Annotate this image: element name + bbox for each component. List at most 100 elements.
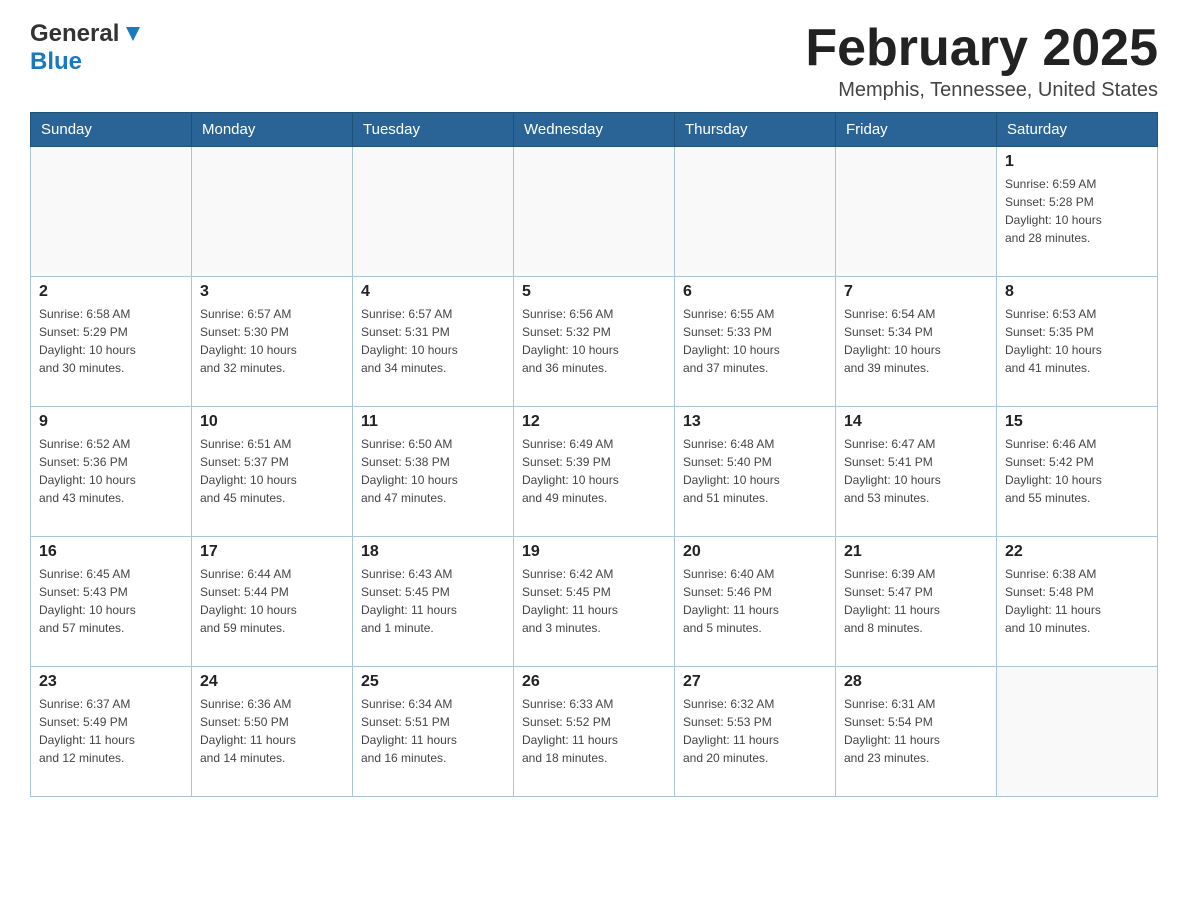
calendar-cell: 18Sunrise: 6:43 AMSunset: 5:45 PMDayligh… bbox=[353, 537, 514, 667]
day-info: Sunrise: 6:57 AMSunset: 5:31 PMDaylight:… bbox=[361, 305, 505, 377]
day-info: Sunrise: 6:50 AMSunset: 5:38 PMDaylight:… bbox=[361, 435, 505, 507]
day-number: 7 bbox=[844, 283, 988, 301]
day-info: Sunrise: 6:40 AMSunset: 5:46 PMDaylight:… bbox=[683, 565, 827, 637]
calendar-cell: 4 Sunrise: 6:57 AMSunset: 5:31 PMDaylight… bbox=[353, 277, 514, 407]
day-info: Sunrise: 6:49 AMSunset: 5:39 PMDaylight:… bbox=[522, 435, 666, 507]
calendar-cell: 2 Sunrise: 6:58 AMSunset: 5:29 PMDaylight… bbox=[31, 277, 192, 407]
day-info: Sunrise: 6:37 AMSunset: 5:49 PMDaylight:… bbox=[39, 695, 183, 767]
day-of-week-header: Wednesday bbox=[514, 113, 675, 147]
calendar-cell bbox=[997, 667, 1158, 797]
day-info: Sunrise: 6:38 AMSunset: 5:48 PMDaylight:… bbox=[1005, 565, 1149, 637]
calendar-cell: 13 Sunrise: 6:48 AMSunset: 5:40 PMDayligh… bbox=[675, 407, 836, 537]
day-number: 3 bbox=[200, 283, 344, 301]
day-number: 13 bbox=[683, 413, 827, 431]
calendar-cell bbox=[514, 147, 675, 277]
calendar-cell: 28 Sunrise: 6:31 AMSunset: 5:54 PMDayligh… bbox=[836, 667, 997, 797]
day-info: Sunrise: 6:31 AMSunset: 5:54 PMDaylight:… bbox=[844, 695, 988, 767]
day-number: 9 bbox=[39, 413, 183, 431]
calendar-cell: 16 Sunrise: 6:45 AMSunset: 5:43 PMDayligh… bbox=[31, 537, 192, 667]
day-number: 14 bbox=[844, 413, 988, 431]
day-of-week-header: Saturday bbox=[997, 113, 1158, 147]
month-title: February 2025 bbox=[805, 20, 1158, 77]
day-number: 2 bbox=[39, 283, 183, 301]
day-info: Sunrise: 6:52 AMSunset: 5:36 PMDaylight:… bbox=[39, 435, 183, 507]
day-number: 15 bbox=[1005, 413, 1149, 431]
calendar-week-row: 9 Sunrise: 6:52 AMSunset: 5:36 PMDaylight… bbox=[31, 407, 1158, 537]
calendar-header-row: SundayMondayTuesdayWednesdayThursdayFrid… bbox=[31, 113, 1158, 147]
day-number: 20 bbox=[683, 543, 827, 561]
day-number: 1 bbox=[1005, 153, 1149, 171]
calendar-cell: 26Sunrise: 6:33 AMSunset: 5:52 PMDayligh… bbox=[514, 667, 675, 797]
day-info: Sunrise: 6:34 AMSunset: 5:51 PMDaylight:… bbox=[361, 695, 505, 767]
calendar-cell: 9 Sunrise: 6:52 AMSunset: 5:36 PMDaylight… bbox=[31, 407, 192, 537]
calendar-cell: 27 Sunrise: 6:32 AMSunset: 5:53 PMDayligh… bbox=[675, 667, 836, 797]
calendar-cell: 12 Sunrise: 6:49 AMSunset: 5:39 PMDayligh… bbox=[514, 407, 675, 537]
day-info: Sunrise: 6:55 AMSunset: 5:33 PMDaylight:… bbox=[683, 305, 827, 377]
day-number: 17 bbox=[200, 543, 344, 561]
day-number: 25 bbox=[361, 673, 505, 691]
day-number: 5 bbox=[522, 283, 666, 301]
calendar-cell: 15 Sunrise: 6:46 AMSunset: 5:42 PMDayligh… bbox=[997, 407, 1158, 537]
calendar-cell bbox=[836, 147, 997, 277]
calendar-cell: 20 Sunrise: 6:40 AMSunset: 5:46 PMDayligh… bbox=[675, 537, 836, 667]
day-info: Sunrise: 6:59 AMSunset: 5:28 PMDaylight:… bbox=[1005, 175, 1149, 247]
day-info: Sunrise: 6:36 AMSunset: 5:50 PMDaylight:… bbox=[200, 695, 344, 767]
calendar-cell bbox=[192, 147, 353, 277]
calendar-cell: 22 Sunrise: 6:38 AMSunset: 5:48 PMDayligh… bbox=[997, 537, 1158, 667]
day-info: Sunrise: 6:57 AMSunset: 5:30 PMDaylight:… bbox=[200, 305, 344, 377]
day-info: Sunrise: 6:56 AMSunset: 5:32 PMDaylight:… bbox=[522, 305, 666, 377]
calendar-week-row: 23Sunrise: 6:37 AMSunset: 5:49 PMDayligh… bbox=[31, 667, 1158, 797]
day-info: Sunrise: 6:48 AMSunset: 5:40 PMDaylight:… bbox=[683, 435, 827, 507]
calendar-week-row: 16 Sunrise: 6:45 AMSunset: 5:43 PMDayligh… bbox=[31, 537, 1158, 667]
calendar-cell: 3 Sunrise: 6:57 AMSunset: 5:30 PMDaylight… bbox=[192, 277, 353, 407]
title-area: February 2025 Memphis, Tennessee, United… bbox=[805, 20, 1158, 102]
calendar-table: SundayMondayTuesdayWednesdayThursdayFrid… bbox=[30, 112, 1158, 797]
day-number: 19 bbox=[522, 543, 666, 561]
day-info: Sunrise: 6:39 AMSunset: 5:47 PMDaylight:… bbox=[844, 565, 988, 637]
day-info: Sunrise: 6:53 AMSunset: 5:35 PMDaylight:… bbox=[1005, 305, 1149, 377]
day-number: 6 bbox=[683, 283, 827, 301]
logo-icon bbox=[122, 23, 144, 45]
day-info: Sunrise: 6:46 AMSunset: 5:42 PMDaylight:… bbox=[1005, 435, 1149, 507]
calendar-cell bbox=[675, 147, 836, 277]
calendar-cell: 10 Sunrise: 6:51 AMSunset: 5:37 PMDayligh… bbox=[192, 407, 353, 537]
day-number: 16 bbox=[39, 543, 183, 561]
day-number: 4 bbox=[361, 283, 505, 301]
calendar-week-row: 2 Sunrise: 6:58 AMSunset: 5:29 PMDaylight… bbox=[31, 277, 1158, 407]
calendar-cell: 7 Sunrise: 6:54 AMSunset: 5:34 PMDaylight… bbox=[836, 277, 997, 407]
day-info: Sunrise: 6:45 AMSunset: 5:43 PMDaylight:… bbox=[39, 565, 183, 637]
day-number: 27 bbox=[683, 673, 827, 691]
location-text: Memphis, Tennessee, United States bbox=[805, 79, 1158, 102]
calendar-cell: 17 Sunrise: 6:44 AMSunset: 5:44 PMDayligh… bbox=[192, 537, 353, 667]
day-info: Sunrise: 6:43 AMSunset: 5:45 PMDaylight:… bbox=[361, 565, 505, 637]
day-of-week-header: Sunday bbox=[31, 113, 192, 147]
day-number: 28 bbox=[844, 673, 988, 691]
day-number: 22 bbox=[1005, 543, 1149, 561]
day-info: Sunrise: 6:54 AMSunset: 5:34 PMDaylight:… bbox=[844, 305, 988, 377]
calendar-cell: 21 Sunrise: 6:39 AMSunset: 5:47 PMDayligh… bbox=[836, 537, 997, 667]
day-of-week-header: Tuesday bbox=[353, 113, 514, 147]
day-info: Sunrise: 6:51 AMSunset: 5:37 PMDaylight:… bbox=[200, 435, 344, 507]
calendar-cell: 23Sunrise: 6:37 AMSunset: 5:49 PMDayligh… bbox=[31, 667, 192, 797]
calendar-cell: 24 Sunrise: 6:36 AMSunset: 5:50 PMDayligh… bbox=[192, 667, 353, 797]
day-info: Sunrise: 6:44 AMSunset: 5:44 PMDaylight:… bbox=[200, 565, 344, 637]
day-number: 11 bbox=[361, 413, 505, 431]
day-number: 8 bbox=[1005, 283, 1149, 301]
calendar-cell: 1 Sunrise: 6:59 AMSunset: 5:28 PMDaylight… bbox=[997, 147, 1158, 277]
calendar-cell: 14Sunrise: 6:47 AMSunset: 5:41 PMDayligh… bbox=[836, 407, 997, 537]
day-of-week-header: Friday bbox=[836, 113, 997, 147]
day-info: Sunrise: 6:42 AMSunset: 5:45 PMDaylight:… bbox=[522, 565, 666, 637]
day-number: 12 bbox=[522, 413, 666, 431]
calendar-cell: 6 Sunrise: 6:55 AMSunset: 5:33 PMDaylight… bbox=[675, 277, 836, 407]
calendar-cell: 5 Sunrise: 6:56 AMSunset: 5:32 PMDaylight… bbox=[514, 277, 675, 407]
calendar-week-row: 1 Sunrise: 6:59 AMSunset: 5:28 PMDaylight… bbox=[31, 147, 1158, 277]
day-number: 21 bbox=[844, 543, 988, 561]
day-of-week-header: Thursday bbox=[675, 113, 836, 147]
logo: General Blue bbox=[30, 20, 144, 76]
day-number: 24 bbox=[200, 673, 344, 691]
day-info: Sunrise: 6:33 AMSunset: 5:52 PMDaylight:… bbox=[522, 695, 666, 767]
day-info: Sunrise: 6:32 AMSunset: 5:53 PMDaylight:… bbox=[683, 695, 827, 767]
logo-blue-text: Blue bbox=[30, 48, 82, 76]
day-number: 10 bbox=[200, 413, 344, 431]
day-info: Sunrise: 6:58 AMSunset: 5:29 PMDaylight:… bbox=[39, 305, 183, 377]
